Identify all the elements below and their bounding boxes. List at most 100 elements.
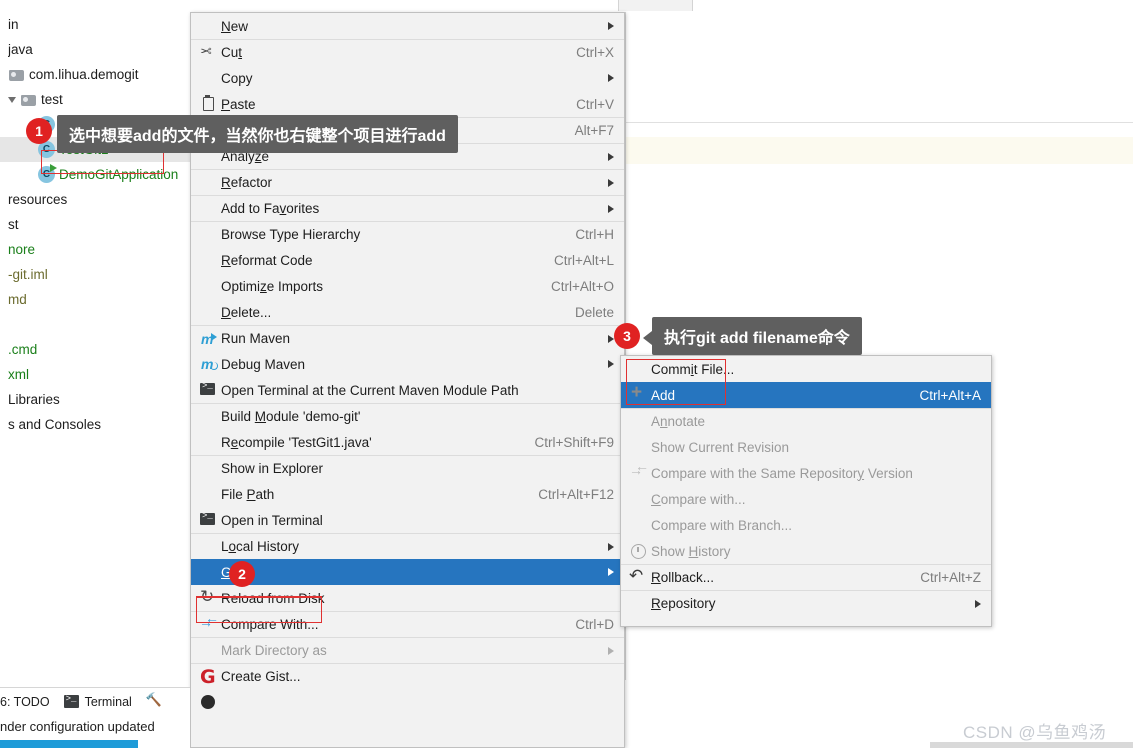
tree-item-label: .cmd — [8, 342, 38, 357]
menu-item-optimize-imports[interactable]: Optimize Imports Ctrl+Alt+O — [191, 273, 624, 299]
menu-item-label: Mark Directory as — [221, 643, 327, 658]
tree-item-label: xml — [8, 367, 29, 382]
annotation-badge-1: 1 — [26, 118, 52, 144]
menu-item-recompile-testgit1-java[interactable]: Recompile 'TestGit1.java' Ctrl+Shift+F9 — [191, 429, 624, 455]
tree-item[interactable]: xml — [0, 362, 190, 387]
git-submenu[interactable]: Commit File... Add Ctrl+Alt+A Annotate Show … — [620, 355, 992, 627]
menu-item-local-history[interactable]: Local History — [191, 533, 624, 559]
progress-bar — [0, 740, 138, 748]
menu-item-spacer — [197, 226, 219, 244]
terminal-label: Terminal — [84, 694, 132, 709]
menu-item-new[interactable]: New — [191, 13, 624, 39]
menu-item-mark-directory-as: Mark Directory as — [191, 637, 624, 663]
editor-split-divider — [620, 122, 1133, 123]
menu-item-spacer — [627, 516, 649, 534]
tree-item[interactable]: in — [0, 12, 190, 37]
tree-item[interactable]: nore — [0, 237, 190, 262]
menu-item-show-in-explorer[interactable]: Show in Explorer — [191, 455, 624, 481]
chevron-right-icon — [608, 646, 614, 655]
menu-item-open-terminal-at-the-current-maven-module-path[interactable]: Open Terminal at the Current Maven Modul… — [191, 377, 624, 403]
menu-item-file-path[interactable]: File Path Ctrl+Alt+F12 — [191, 481, 624, 507]
tree-item[interactable]: s and Consoles — [0, 412, 190, 437]
menu-item-label: Create Gist... — [221, 669, 301, 684]
menu-item-label: Local History — [221, 539, 300, 554]
menu-item-create-gist[interactable]: Create Gist... — [191, 663, 624, 689]
tree-item-label: DemoGitApplication — [59, 167, 179, 182]
menu-item-label: Copy — [221, 70, 253, 86]
tree-item[interactable]: Libraries — [0, 387, 190, 412]
tree-item-label: s and Consoles — [8, 417, 102, 432]
chevron-right-icon — [608, 542, 614, 551]
menu-item-paste[interactable]: Paste Ctrl+V — [191, 91, 624, 117]
editor-tab[interactable] — [618, 0, 693, 11]
menu-item-label: Commit File... — [651, 361, 735, 377]
menu-item-open-in-terminal[interactable]: Open in Terminal — [191, 507, 624, 533]
menu-item-shortcut: Ctrl+D — [575, 617, 614, 632]
menu-item-label: Optimize Imports — [221, 278, 324, 294]
annotation-badge-2: 2 — [229, 561, 255, 587]
menu-item-label: File Path — [221, 486, 275, 502]
tree-item-label: nore — [8, 242, 36, 257]
menu-item-run-maven[interactable]: Run Maven — [191, 325, 624, 351]
chevron-down-icon[interactable] — [8, 96, 16, 103]
gist-icon — [197, 666, 219, 688]
chevron-right-icon — [608, 152, 614, 161]
menu-item-spacer — [197, 303, 219, 321]
tree-item[interactable]: resources — [0, 187, 190, 212]
menu-item-add[interactable]: Add Ctrl+Alt+A — [621, 382, 991, 408]
tool-window-build[interactable] — [146, 692, 167, 709]
menu-item-label: Open in Terminal — [221, 512, 323, 528]
reload-icon — [197, 587, 219, 607]
tool-window-bar[interactable]: 6: TODO Terminal — [0, 687, 190, 715]
tree-item[interactable]: C DemoGitApplication — [0, 162, 190, 187]
menu-item-label: New — [221, 18, 249, 34]
editor-tab-strip[interactable] — [300, 0, 1133, 12]
tree-item[interactable]: test — [0, 87, 190, 112]
menu-item-repository[interactable]: Repository — [621, 590, 991, 616]
menu-item-rollback[interactable]: Rollback... Ctrl+Alt+Z — [621, 564, 991, 590]
menu-item[interactable] — [191, 689, 624, 715]
tree-item[interactable]: st — [0, 212, 190, 237]
menu-item-build-module-demo-git[interactable]: Build Module 'demo-git' — [191, 403, 624, 429]
menu-item-delete[interactable]: Delete... Delete — [191, 299, 624, 325]
tree-item-label: Libraries — [8, 392, 60, 407]
menu-item-label: Add — [651, 387, 676, 403]
menu-item-show-current-revision: Show Current Revision — [621, 434, 991, 460]
compare-icon — [627, 458, 649, 482]
menu-item-label: Recompile 'TestGit1.java' — [221, 434, 372, 450]
menu-item-compare-with[interactable]: Compare With... Ctrl+D — [191, 610, 624, 637]
menu-item-add-to-favorites[interactable]: Add to Favorites — [191, 195, 624, 221]
menu-item-reload-from-disk[interactable]: Reload from Disk — [191, 585, 624, 611]
menu-item-label: Annotate — [651, 414, 706, 429]
menu-item-git[interactable]: Git — [191, 559, 624, 585]
annotation-badge-3: 3 — [614, 323, 640, 349]
menu-item-refactor[interactable]: Refactor — [191, 169, 624, 195]
menu-item-copy[interactable]: Copy — [191, 65, 624, 91]
tree-item-label: test — [41, 92, 63, 107]
tool-window-todo[interactable]: 6: TODO — [0, 695, 50, 709]
menu-item-spacer — [197, 200, 219, 218]
project-tree[interactable]: injavacom.lihua.demogittestCTestGitCTest… — [0, 12, 190, 680]
menu-item-debug-maven[interactable]: Debug Maven — [191, 351, 624, 377]
menu-item-browse-type-hierarchy[interactable]: Browse Type Hierarchy Ctrl+H — [191, 221, 624, 247]
menu-item-label: Refactor — [221, 175, 273, 190]
editor-caret-line — [626, 137, 1133, 164]
tool-window-terminal[interactable]: Terminal — [63, 694, 132, 709]
menu-item-reformat-code[interactable]: Reformat Code Ctrl+Alt+L — [191, 247, 624, 273]
hammer-icon — [146, 692, 162, 709]
chevron-right-icon — [608, 22, 614, 30]
tree-item[interactable]: .cmd — [0, 337, 190, 362]
tree-item[interactable] — [0, 312, 190, 337]
clipboard-icon — [197, 95, 219, 113]
menu-item-label: Paste — [221, 96, 256, 112]
tree-item[interactable]: java — [0, 37, 190, 62]
plus-icon — [627, 382, 649, 404]
tree-item[interactable]: -git.iml — [0, 262, 190, 287]
menu-item-spacer — [627, 438, 649, 456]
tree-item[interactable]: md — [0, 287, 190, 312]
tree-item[interactable]: com.lihua.demogit — [0, 62, 190, 87]
folder-icon — [20, 91, 37, 108]
folder-icon — [8, 66, 25, 83]
menu-item-cut[interactable]: Cut Ctrl+X — [191, 39, 624, 65]
menu-item-commit-file[interactable]: Commit File... — [621, 356, 991, 382]
